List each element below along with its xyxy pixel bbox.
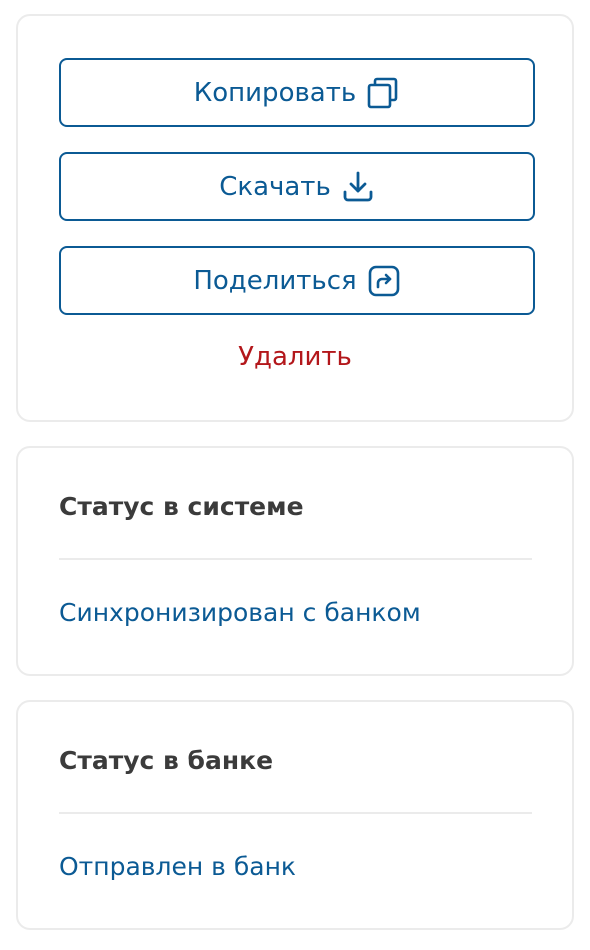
bank-status-value: Отправлен в банк <box>59 852 297 881</box>
share-icon <box>367 264 401 298</box>
bank-status-card: Статус в банке Отправлен в банк <box>16 700 574 930</box>
divider <box>59 558 532 560</box>
copy-icon <box>366 76 400 110</box>
download-button-label: Скачать <box>219 171 331 202</box>
delete-link[interactable]: Удалить <box>18 342 572 372</box>
system-status-value: Синхронизирован с банком <box>59 598 421 627</box>
system-status-card: Статус в системе Синхронизирован с банко… <box>16 446 574 676</box>
actions-card: Копировать Скачать Поделиться Удалить <box>16 14 574 422</box>
share-button[interactable]: Поделиться <box>59 246 535 315</box>
download-icon <box>341 170 375 204</box>
copy-button[interactable]: Копировать <box>59 58 535 127</box>
divider <box>59 812 532 814</box>
share-button-label: Поделиться <box>193 265 357 296</box>
download-button[interactable]: Скачать <box>59 152 535 221</box>
system-status-title: Статус в системе <box>59 492 304 521</box>
bank-status-title: Статус в банке <box>59 746 274 775</box>
copy-button-label: Копировать <box>193 77 357 108</box>
